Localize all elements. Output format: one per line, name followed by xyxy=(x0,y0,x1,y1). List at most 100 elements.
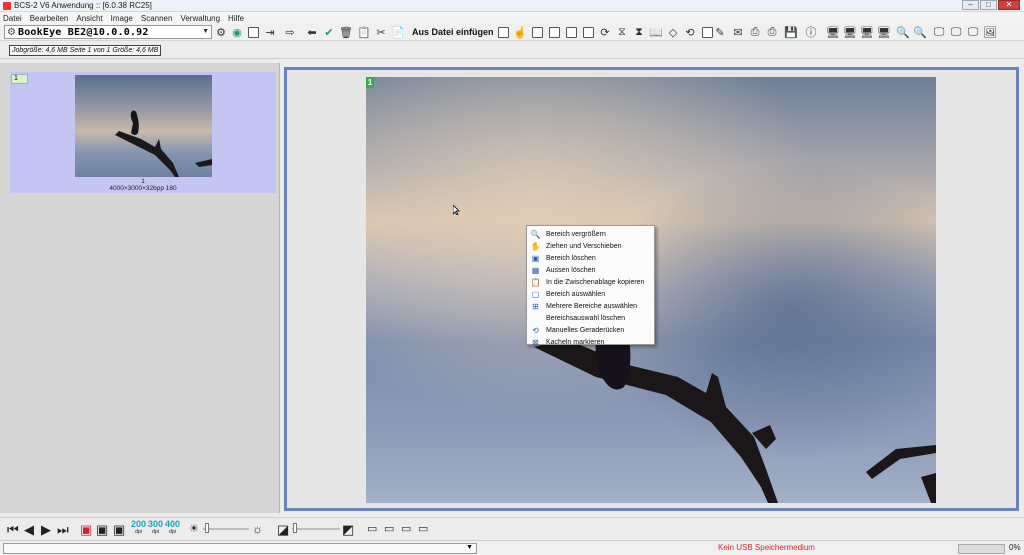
thumbnail-card[interactable]: 1 1 4000×3000×32bpp 180 xyxy=(10,72,276,193)
last-page-icon[interactable]: ⏭ xyxy=(57,523,69,536)
frame-icon[interactable] xyxy=(564,25,578,39)
split-icon[interactable] xyxy=(547,25,561,39)
page-icon[interactable] xyxy=(246,25,260,39)
gear-icon: ⚙ xyxy=(7,26,16,38)
arrow-left-icon[interactable]: ⬅ xyxy=(305,25,319,39)
prev-page-icon[interactable]: ◀ xyxy=(24,523,34,536)
menu-ansicht[interactable]: Ansicht xyxy=(76,14,102,23)
brightness-low-icon: ☀ xyxy=(189,523,199,535)
window-title: BCS-2 V6 Anwendung :: [6.0.38 RC25] xyxy=(14,1,152,10)
thumbnail-meta: 4000×3000×32bpp 180 xyxy=(109,185,177,192)
mirror-v-icon[interactable]: ⧗ xyxy=(632,25,646,39)
scan-icon[interactable]: ◉ xyxy=(230,25,244,39)
dpi-200-button[interactable]: 200 dpi xyxy=(131,520,146,536)
ctx-bereich-loeschen[interactable]: ▣ Bereich löschen xyxy=(528,252,654,264)
image-icon[interactable]: 🖼 xyxy=(983,25,997,39)
cut-icon[interactable]: ✂ xyxy=(374,25,388,39)
settings-icon[interactable]: ⚙ xyxy=(214,25,228,39)
dpi-400-button[interactable]: 400 dpi xyxy=(165,520,180,536)
contrast-slider[interactable] xyxy=(292,528,340,530)
view-double-icon[interactable]: 🖵 xyxy=(949,25,963,39)
hand-icon: ✋ xyxy=(530,241,541,251)
columns-icon[interactable] xyxy=(581,25,595,39)
export-icon[interactable]: ⇥ xyxy=(263,25,277,39)
ctx-kacheln-markieren[interactable]: ⊠ Kacheln markieren xyxy=(528,336,654,348)
layout-left-icon[interactable]: ▭ xyxy=(401,523,411,536)
contrast-slider-handle[interactable] xyxy=(293,523,297,533)
ctx-zwischenablage[interactable]: 📋 In die Zwischenablage kopieren xyxy=(528,276,654,288)
import-from-file-button[interactable]: Aus Datei einfügen xyxy=(412,25,494,39)
monitor-icon[interactable]: 🖥 xyxy=(826,25,840,39)
crop-icon[interactable] xyxy=(530,25,544,39)
trash-icon[interactable]: 🗑 xyxy=(339,25,353,39)
select-area-icon: ▢ xyxy=(531,289,540,299)
view-single-icon[interactable]: 🖵 xyxy=(932,25,946,39)
page-tool-icon[interactable] xyxy=(496,25,510,39)
ctx-ziehen-verschieben[interactable]: ✋ Ziehen und Verschieben xyxy=(528,240,654,252)
main-toolbar: ⚙ BookEye BE2@10.0.0.92 ▼ ⚙ ◉ ⇥ ⇨ ⬅ ✔ 🗑 … xyxy=(0,24,1024,41)
first-page-icon[interactable]: ⏮ xyxy=(7,523,19,536)
exit-icon[interactable]: ⇨ xyxy=(283,25,297,39)
layout-single-icon[interactable]: ▭ xyxy=(367,523,377,536)
status-bar: ▼ Kein USB Speichermedium 0% xyxy=(0,540,1024,555)
doc-icon[interactable] xyxy=(700,25,714,39)
next-page-icon[interactable]: ▶ xyxy=(41,523,51,536)
zoom-in-icon[interactable]: 🔍 xyxy=(896,25,910,39)
progress-bar xyxy=(958,544,1005,554)
info-icon[interactable]: ⓘ xyxy=(804,25,818,39)
paste-icon[interactable]: 📄 xyxy=(391,25,405,39)
ctx-mehrere-bereiche[interactable]: ⊞ Mehrere Bereiche auswählen xyxy=(528,300,654,312)
monitor-3-icon[interactable]: 🖥 xyxy=(860,25,874,39)
brightness-slider-handle[interactable] xyxy=(205,523,209,533)
menu-image[interactable]: Image xyxy=(111,14,133,23)
layout-right-icon[interactable]: ▭ xyxy=(418,523,428,536)
ctx-bereich-auswaehlen[interactable]: ▢ Bereich auswählen xyxy=(528,288,654,300)
status-dropdown[interactable]: ▼ xyxy=(3,543,477,554)
rotate-icon[interactable]: ⟳ xyxy=(598,25,612,39)
color-mode-icon[interactable]: ▣ xyxy=(80,523,92,536)
rotate-page-icon[interactable]: ⟲ xyxy=(683,25,697,39)
menu-bearbeiten[interactable]: Bearbeiten xyxy=(30,14,69,23)
view-fit-icon[interactable]: 🖵 xyxy=(966,25,980,39)
chevron-down-icon: ▼ xyxy=(202,28,209,35)
dpi-300-button[interactable]: 300 dpi xyxy=(148,520,163,536)
layout-double-icon[interactable]: ▭ xyxy=(384,523,394,536)
title-bar: BCS-2 V6 Anwendung :: [6.0.38 RC25] – □ … xyxy=(0,0,1024,12)
zoom-out-icon[interactable]: 🔍 xyxy=(913,25,927,39)
ctx-bereich-vergroessern[interactable]: 🔍 Bereich vergrößern xyxy=(528,228,654,240)
check-icon[interactable]: ✔ xyxy=(322,25,336,39)
deskew-icon: ⟲ xyxy=(532,325,539,335)
clipboard-icon: 📋 xyxy=(530,277,541,287)
monitor-2-icon[interactable]: 🖥 xyxy=(843,25,857,39)
mirror-h-icon[interactable]: ⧖ xyxy=(615,25,629,39)
contrast-high-icon: ◩ xyxy=(342,522,355,537)
maximize-button[interactable]: □ xyxy=(980,0,997,10)
ctx-bereichsauswahl-loeschen[interactable]: Bereichsauswahl löschen xyxy=(528,312,654,324)
thumbnail-image[interactable] xyxy=(75,75,212,177)
minimize-button[interactable]: – xyxy=(962,0,979,10)
clipboard-icon[interactable]: 📋 xyxy=(357,25,371,39)
menu-datei[interactable]: Datei xyxy=(3,14,22,23)
menu-hilfe[interactable]: Hilfe xyxy=(228,14,244,23)
monitor-4-icon[interactable]: 🖥 xyxy=(877,25,891,39)
mail-icon[interactable]: ✉ xyxy=(731,25,745,39)
bw-mode-icon[interactable]: ▣ xyxy=(113,523,125,536)
brightness-slider[interactable] xyxy=(203,528,249,530)
deskew-tool-icon[interactable]: ◇ xyxy=(666,25,680,39)
edit-icon[interactable]: ✎ xyxy=(713,25,727,39)
gray-mode-icon[interactable]: ▣ xyxy=(96,523,108,536)
printer-icon[interactable]: ⎙ xyxy=(765,25,779,39)
touch-icon[interactable]: ☝ xyxy=(513,25,527,39)
thumbnail-page-label: 1 xyxy=(141,178,145,185)
book-icon[interactable]: 📖 xyxy=(649,25,663,39)
info-bar: Jobgröße: 4,6 MB Seite 1 von 1 Größe: 4,… xyxy=(0,41,1024,59)
save-icon[interactable]: 💾 xyxy=(784,25,798,39)
menu-verwaltung[interactable]: Verwaltung xyxy=(180,14,220,23)
print-icon[interactable]: ⎙ xyxy=(748,25,762,39)
app-icon xyxy=(3,2,11,10)
device-selector[interactable]: ⚙ BookEye BE2@10.0.0.92 ▼ xyxy=(4,25,212,39)
ctx-aussen-loeschen[interactable]: ▦ Aussen löschen xyxy=(528,264,654,276)
menu-scannen[interactable]: Scannen xyxy=(141,14,173,23)
ctx-manuelles-geraderuecken[interactable]: ⟲ Manuelles Geraderücken xyxy=(528,324,654,336)
close-button[interactable]: ✕ xyxy=(998,0,1020,10)
